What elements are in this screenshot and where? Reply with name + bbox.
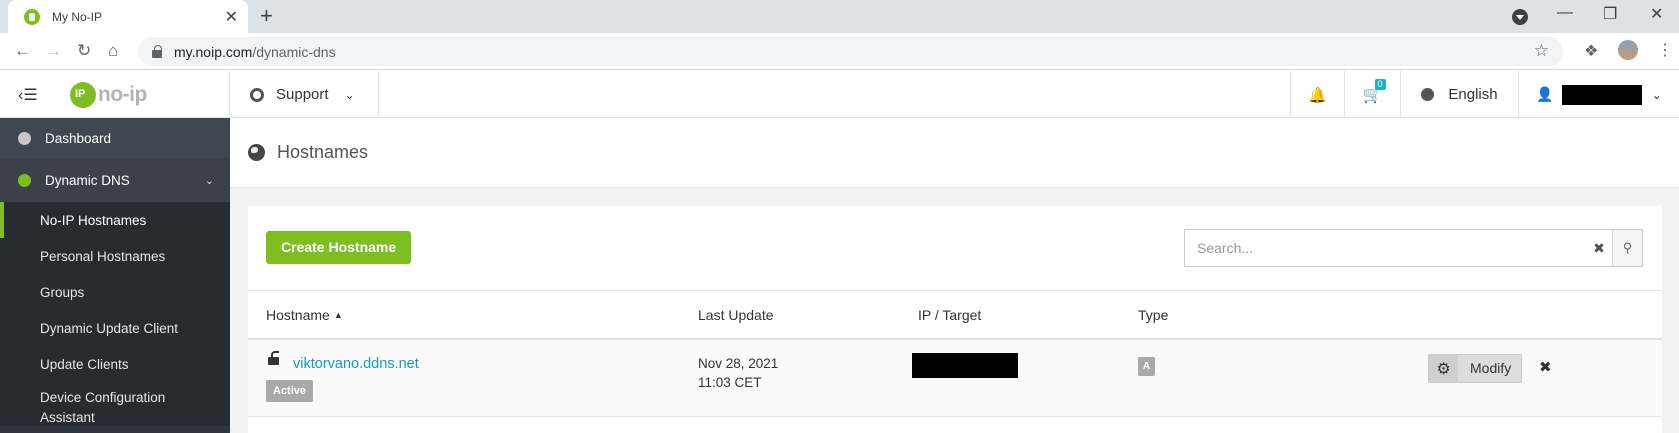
unlock-icon [268,351,279,365]
username-redacted [1561,84,1642,105]
last-update-time: 11:03 CET [698,375,762,390]
last-update-date: Nov 28, 2021 [698,356,779,371]
chevron-down-icon: ⌄ [1651,87,1662,102]
url-path: /dynamic-dns [252,43,336,60]
sidebar-item-dashboard[interactable]: Dashboard [0,118,230,158]
profile-avatar[interactable] [1618,40,1638,60]
lock-icon[interactable] [152,44,162,58]
back-icon[interactable]: ← [14,41,31,61]
forward-icon[interactable]: → [45,41,62,61]
gear-icon: ⚙ [1429,355,1458,382]
browser-tab-bar: My No-IP ✕ + — ❐ ✕ [0,0,1679,33]
modify-label: Modify [1470,360,1512,376]
sidebar: Dashboard Dynamic DNS ⌄ No-IP Hostnames … [0,118,230,433]
cart-button[interactable]: 🛒 0 [1344,71,1400,118]
restore-icon[interactable]: ❐ [1603,4,1617,24]
window-close-icon[interactable]: ✕ [1650,4,1663,24]
support-menu[interactable]: Support ⌄ [230,71,379,118]
page-title: Hostnames [277,142,369,162]
user-menu[interactable]: 👤 ⌄ [1518,71,1679,118]
dashboard-icon [18,131,31,145]
notifications-button[interactable]: 🔔 [1290,71,1344,118]
column-label: Hostname [266,307,330,323]
sidebar-item-personal-hostnames[interactable]: Personal Hostnames [0,238,230,274]
reload-icon[interactable]: ↻ [77,41,91,61]
delete-icon[interactable]: ✖ [1539,358,1552,376]
user-icon: 👤 [1536,86,1554,102]
table-row: viktorvano.ddns.net Active Nov 28, 2021 … [248,340,1662,417]
lifebuoy-icon [250,87,264,102]
tab-close-icon[interactable]: ✕ [225,7,238,27]
chevron-down-icon: ⌄ [344,87,355,102]
cart-icon: 🛒 0 [1363,78,1386,105]
minimize-icon[interactable]: — [1557,4,1573,22]
logo-mark-icon [70,81,96,108]
noip-favicon-icon [24,8,40,25]
search-input[interactable] [1185,230,1586,266]
search-box: ✖ ⚲ [1184,229,1643,267]
table-header: Hostname ▲ Last Update IP / Target Type [248,290,1662,340]
search-icon[interactable]: ⚲ [1612,230,1642,266]
sidebar-item-dynamic-dns[interactable]: Dynamic DNS ⌄ [0,158,230,202]
column-header-hostname[interactable]: Hostname ▲ [266,307,343,323]
extensions-icon[interactable]: ❖ [1584,41,1598,61]
column-header-ip-target: IP / Target [918,307,982,323]
sidebar-item-label: Dashboard [45,130,112,146]
modify-button[interactable]: ⚙ Modify [1428,354,1523,383]
language-menu[interactable]: English [1400,71,1518,118]
url-field[interactable]: my.noip.com/dynamic-dns ☆ [138,37,1563,66]
globe-icon [248,144,265,161]
globe-icon [1421,88,1435,101]
app-header: ‹☰ no-ip Support ⌄ 🔔 🛒0 English 👤 ⌄ [0,71,1679,118]
new-tab-button[interactable]: + [260,4,273,28]
column-header-type: Type [1138,307,1169,323]
brand-area: ‹☰ no-ip [0,71,230,118]
sidebar-item-device-configuration-assistant[interactable]: Device Configuration Assistant [0,382,170,426]
clear-search-icon[interactable]: ✖ [1586,230,1612,266]
sidebar-item-noip-hostnames[interactable]: No-IP Hostnames [0,202,230,238]
home-icon[interactable]: ⌂ [108,41,118,61]
logo-text: no-ip [98,82,147,106]
page-header: Hostnames [230,118,1679,188]
record-type-badge: A [1138,357,1155,376]
hostname-link[interactable]: viktorvano.ddns.net [293,356,419,372]
noip-logo[interactable]: no-ip [70,81,147,108]
sidebar-toggle-icon[interactable]: ‹☰ [18,85,40,105]
tab-search-icon[interactable] [1512,9,1528,25]
sidebar-item-dynamic-update-client[interactable]: Dynamic Update Client [0,310,230,346]
chevron-down-icon: ⌄ [204,174,214,187]
address-bar: ← → ↻ ⌂ my.noip.com/dynamic-dns ☆ [0,33,1679,70]
bell-icon: 🔔 [1308,86,1327,104]
sidebar-item-groups[interactable]: Groups [0,274,230,310]
browser-menu-icon[interactable]: ⋮ [1657,40,1673,60]
main-content: Hostnames Create Hostname ✖ ⚲ Hostname▲ … [230,118,1679,433]
hostnames-panel: Create Hostname ✖ ⚲ Hostname▲ Last Updat… [248,206,1662,433]
sidebar-item-update-clients[interactable]: Update Clients [0,346,230,382]
dynamic-dns-subnav: No-IP Hostnames Personal Hostnames Group… [0,202,230,426]
create-hostname-button[interactable]: Create Hostname [266,231,412,264]
column-header-last-update: Last Update [698,307,774,323]
globe-icon [18,173,31,187]
bookmark-star-icon[interactable]: ☆ [1534,41,1549,61]
status-badge: Active [266,380,314,402]
url-host: my.noip.com [174,43,253,60]
browser-tab[interactable]: My No-IP ✕ [8,0,248,33]
cart-count-badge: 0 [1374,78,1386,90]
sidebar-item-label: Dynamic DNS [45,172,130,188]
ip-target-redacted [912,353,1018,378]
support-label: Support [276,86,329,103]
tab-title: My No-IP [52,9,103,24]
language-label: English [1448,86,1498,103]
sort-ascending-icon: ▲ [333,310,343,320]
